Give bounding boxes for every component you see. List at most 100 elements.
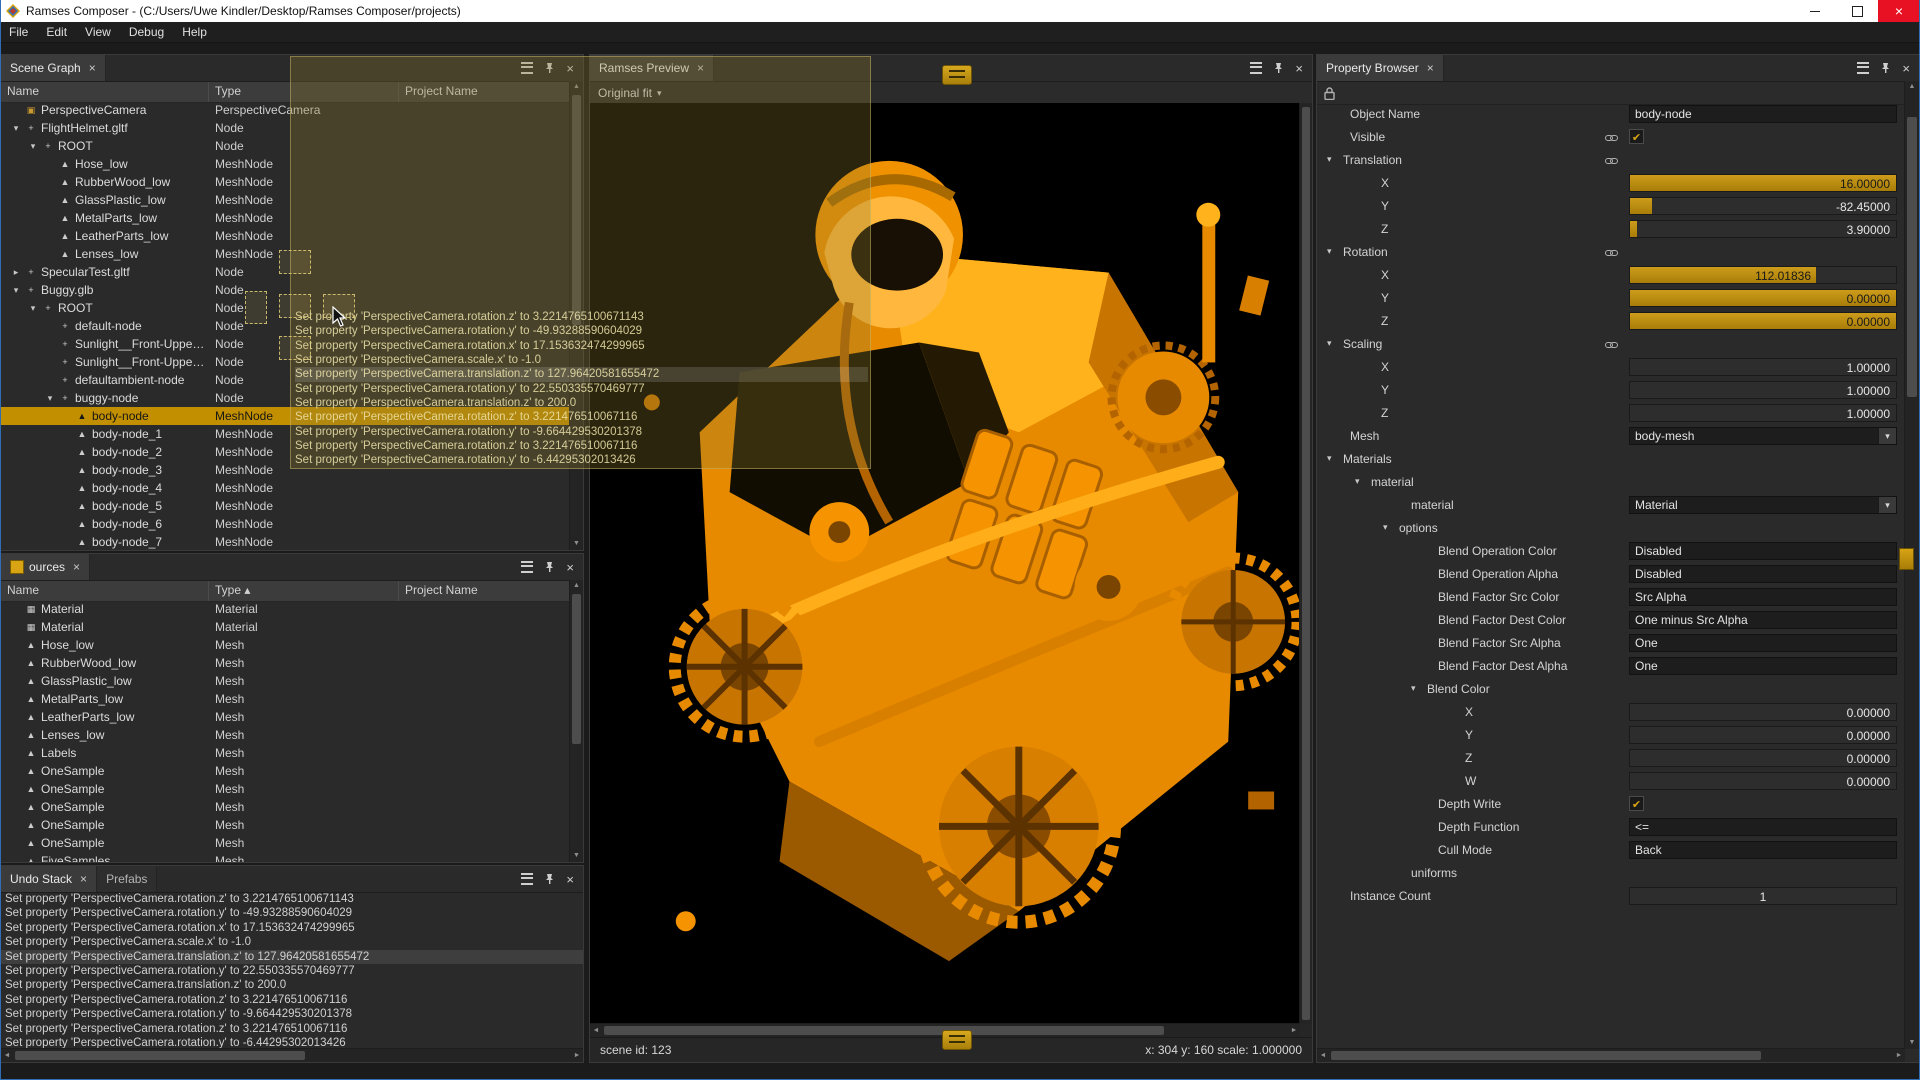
tree-row[interactable]: ▲body-node_5MeshNode	[1, 497, 570, 515]
column-name[interactable]: Name	[1, 581, 209, 601]
undo-entry[interactable]: Set property 'PerspectiveCamera.rotation…	[1, 892, 583, 906]
scrollbar-thumb[interactable]	[1331, 1051, 1761, 1060]
list-item[interactable]: ▲OneSampleMesh	[1, 798, 570, 816]
mesh-dropdown[interactable]: body-mesh▾	[1629, 427, 1897, 445]
scroll-up-icon[interactable]: ▲	[1905, 81, 1919, 93]
translation-y-slider[interactable]: -82.45000	[1629, 197, 1897, 215]
tab-close-icon[interactable]: ×	[1427, 61, 1434, 75]
scroll-left-icon[interactable]: ◄	[590, 1024, 602, 1037]
undo-entry[interactable]: Set property 'PerspectiveCamera.rotation…	[1, 964, 583, 978]
material-ref-button[interactable]	[1899, 548, 1914, 570]
tab-resources[interactable]: ources×	[1, 554, 90, 580]
object-name-field[interactable]: body-node	[1629, 105, 1897, 123]
scrollbar-thumb[interactable]	[1302, 107, 1310, 1020]
blend-color-x-slider[interactable]: 0.00000	[1629, 703, 1897, 721]
tree-row[interactable]: ▲body-node_4MeshNode	[1, 479, 570, 497]
tab-close-icon[interactable]: ×	[73, 560, 80, 574]
rotation-z-slider[interactable]: 0.00000	[1629, 312, 1897, 330]
visible-checkbox[interactable]: ✔	[1629, 129, 1644, 144]
rotation-y-slider[interactable]: 0.00000	[1629, 289, 1897, 307]
tab-scene-graph[interactable]: Scene Graph×	[1, 55, 106, 81]
panel-menu-icon[interactable]	[521, 561, 533, 573]
lock-icon[interactable]	[1324, 87, 1335, 100]
pin-icon[interactable]	[544, 561, 555, 573]
tab-close-icon[interactable]: ×	[80, 872, 87, 886]
panel-close-icon[interactable]: ×	[566, 560, 574, 575]
undo-entry[interactable]: Set property 'PerspectiveCamera.rotation…	[1, 1007, 583, 1021]
preview-vscrollbar[interactable]	[1299, 103, 1312, 1024]
collapse-icon[interactable]: ▾	[1327, 338, 1332, 349]
expander-icon[interactable]: ▾	[26, 141, 40, 152]
scroll-down-icon[interactable]: ▼	[570, 850, 583, 862]
list-item[interactable]: ▲OneSampleMesh	[1, 762, 570, 780]
blend-color-y-slider[interactable]: 0.00000	[1629, 726, 1897, 744]
panel-menu-icon[interactable]	[1250, 62, 1262, 74]
expander-icon[interactable]: ▾	[26, 303, 40, 314]
expander-icon[interactable]: ▸	[9, 267, 23, 278]
undo-entry[interactable]: Set property 'PerspectiveCamera.rotation…	[1, 921, 583, 935]
list-item[interactable]: ▲LeatherParts_lowMesh	[1, 708, 570, 726]
list-item[interactable]: ▦MaterialMaterial	[1, 618, 570, 636]
scroll-up-icon[interactable]: ▲	[570, 580, 583, 592]
blend-op-alpha-select[interactable]: Disabled	[1629, 565, 1897, 583]
panel-menu-icon[interactable]	[521, 873, 533, 885]
menu-edit[interactable]: Edit	[37, 25, 76, 39]
splitter-handle-bottom[interactable]	[942, 1030, 972, 1050]
undo-entry[interactable]: Set property 'PerspectiveCamera.rotation…	[1, 1022, 583, 1036]
collapse-icon[interactable]: ▾	[1327, 453, 1332, 464]
undo-entry[interactable]: Set property 'PerspectiveCamera.scale.x'…	[1, 935, 583, 949]
blend-dest-color-select[interactable]: One minus Src Alpha	[1629, 611, 1897, 629]
scroll-right-icon[interactable]: ►	[1288, 1024, 1300, 1037]
column-project[interactable]: Project Name	[399, 581, 583, 601]
collapse-icon[interactable]: ▾	[1327, 154, 1332, 165]
depth-function-select[interactable]: <=	[1629, 818, 1897, 836]
menu-file[interactable]: File	[0, 25, 37, 39]
scaling-y-slider[interactable]: 1.00000	[1629, 381, 1897, 399]
list-item[interactable]: ▦MaterialMaterial	[1, 600, 570, 618]
link-icon[interactable]	[1605, 157, 1618, 165]
menu-help[interactable]: Help	[173, 25, 216, 39]
chevron-down-icon[interactable]: ▾	[1878, 497, 1896, 513]
list-item[interactable]: ▲OneSampleMesh	[1, 834, 570, 852]
undo-entry[interactable]: Set property 'PerspectiveCamera.rotation…	[1, 906, 583, 920]
list-item[interactable]: ▲MetalParts_lowMesh	[1, 690, 570, 708]
undo-entry[interactable]: Set property 'PerspectiveCamera.translat…	[1, 978, 583, 992]
tab-property-browser[interactable]: Property Browser×	[1317, 55, 1444, 81]
blend-op-color-select[interactable]: Disabled	[1629, 542, 1897, 560]
link-icon[interactable]	[1605, 249, 1618, 257]
scroll-right-icon[interactable]: ►	[571, 1049, 583, 1062]
scrollbar-thumb[interactable]	[15, 1051, 305, 1060]
list-item[interactable]: ▲Hose_lowMesh	[1, 636, 570, 654]
link-icon[interactable]	[1605, 134, 1618, 142]
scroll-down-icon[interactable]: ▼	[1905, 1037, 1919, 1049]
material-dropdown[interactable]: Material▾	[1629, 496, 1897, 514]
panel-close-icon[interactable]: ×	[566, 872, 574, 887]
column-type[interactable]: Type ▴	[209, 581, 399, 601]
list-item[interactable]: ▲RubberWood_lowMesh	[1, 654, 570, 672]
collapse-icon[interactable]: ▾	[1355, 476, 1360, 487]
scrollbar-thumb[interactable]	[1907, 117, 1917, 397]
splitter-handle-top[interactable]	[942, 65, 972, 85]
rotation-x-slider[interactable]: 112.01836	[1629, 266, 1897, 284]
list-item[interactable]: ▲Lenses_lowMesh	[1, 726, 570, 744]
tab-close-icon[interactable]: ×	[89, 61, 96, 75]
pin-icon[interactable]	[544, 873, 555, 885]
depth-write-checkbox[interactable]: ✔	[1629, 796, 1644, 811]
scaling-z-slider[interactable]: 1.00000	[1629, 404, 1897, 422]
scroll-right-icon[interactable]: ►	[1893, 1049, 1905, 1062]
blend-color-w-slider[interactable]: 0.00000	[1629, 772, 1897, 790]
undo-entry-current[interactable]: Set property 'PerspectiveCamera.translat…	[1, 950, 583, 964]
panel-close-icon[interactable]: ×	[1902, 61, 1910, 76]
list-item[interactable]: ▲GlassPlastic_lowMesh	[1, 672, 570, 690]
pin-icon[interactable]	[1880, 62, 1891, 74]
expander-icon[interactable]: ▾	[9, 285, 23, 296]
tree-row[interactable]: ▲body-node_6MeshNode	[1, 515, 570, 533]
property-hscrollbar[interactable]: ◄ ►	[1317, 1048, 1905, 1062]
column-name[interactable]: Name	[1, 82, 209, 102]
expander-icon[interactable]: ▾	[43, 393, 57, 404]
panel-close-icon[interactable]: ×	[1295, 61, 1303, 76]
minimize-button[interactable]	[1794, 0, 1836, 22]
collapse-icon[interactable]: ▾	[1411, 683, 1416, 694]
translation-x-slider[interactable]: 16.00000	[1629, 174, 1897, 192]
expander-icon[interactable]: ▾	[9, 123, 23, 134]
